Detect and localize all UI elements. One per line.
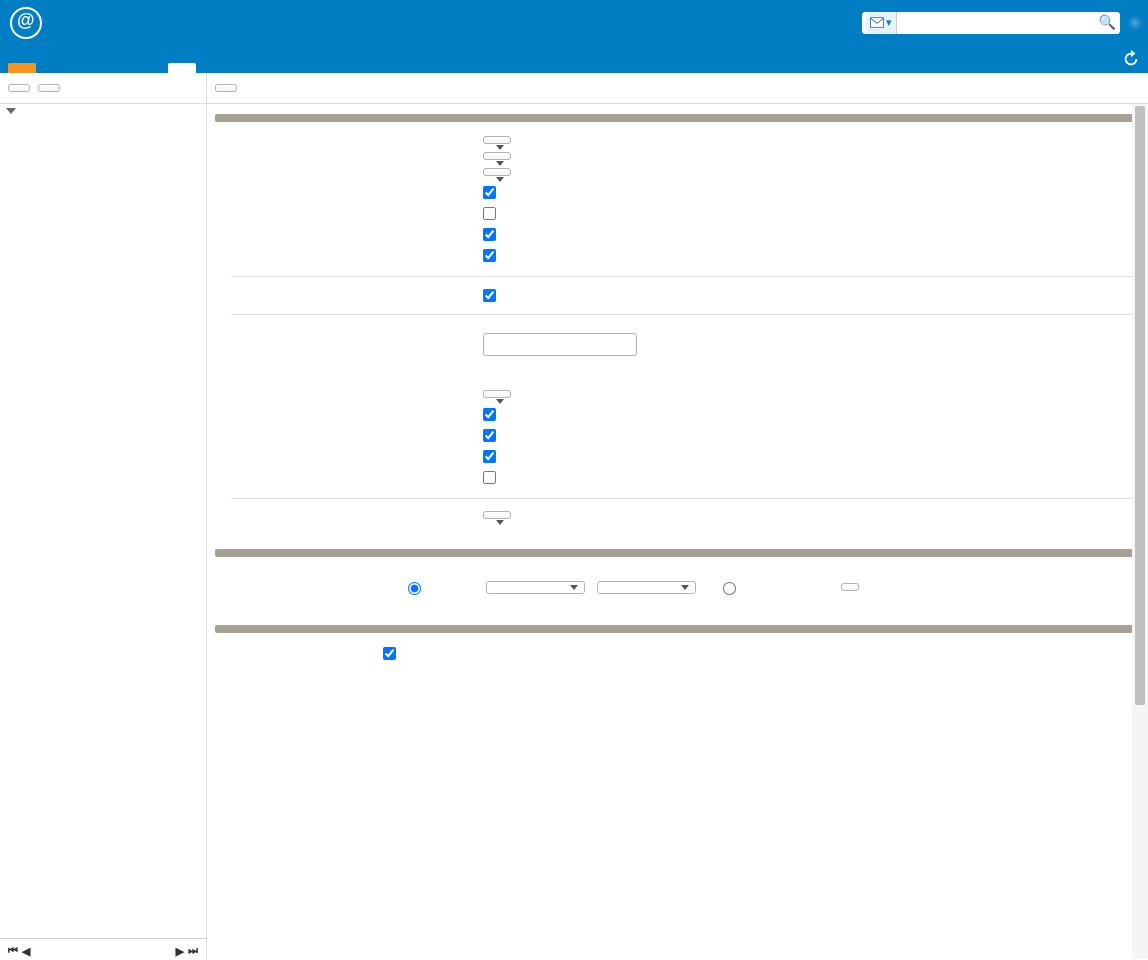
- undo-changes-button[interactable]: [215, 84, 237, 92]
- tab-calendar[interactable]: [72, 63, 100, 73]
- reminder-select[interactable]: [483, 390, 511, 398]
- cal-next-month-icon[interactable]: ▶: [176, 945, 184, 958]
- cb-blink[interactable]: [483, 450, 496, 463]
- cb-quick-entry[interactable]: [383, 647, 396, 660]
- tab-files[interactable]: [136, 63, 164, 73]
- timezone-note: [405, 601, 1080, 619]
- scrollbar-thumb[interactable]: [1135, 106, 1145, 705]
- adjust-button[interactable]: [841, 583, 859, 591]
- radio-custom[interactable]: [723, 582, 736, 595]
- cb-auto-add[interactable]: [483, 228, 496, 241]
- scrollbar[interactable]: [1132, 104, 1148, 959]
- label-fwd-invites: [215, 327, 483, 343]
- cal-prev-month-icon[interactable]: ◀: [22, 945, 30, 958]
- mail-icon: [870, 17, 884, 28]
- work-end-select[interactable]: [597, 581, 696, 594]
- tab-contacts[interactable]: [40, 63, 68, 73]
- cb-delete-invite[interactable]: [483, 289, 496, 302]
- cb-mini-cal[interactable]: [483, 186, 496, 199]
- cb-overdue[interactable]: [483, 408, 496, 421]
- tab-mail[interactable]: [8, 63, 36, 73]
- visibility-select[interactable]: [483, 168, 511, 176]
- save-button[interactable]: [8, 84, 30, 92]
- cal-next-year-icon[interactable]: ⏭: [188, 945, 198, 958]
- app-header: ▾ 🔍 ▾: [0, 0, 1148, 45]
- user-menu[interactable]: ▾: [1132, 16, 1138, 30]
- refresh-icon[interactable]: [1122, 50, 1140, 68]
- sidebar: ⏮ ◀ ▶ ⏭: [0, 104, 207, 960]
- mini-calendar: ⏮ ◀ ▶ ⏭: [0, 938, 206, 960]
- tab-preferences[interactable]: [168, 63, 196, 73]
- work-start-select[interactable]: [486, 581, 585, 594]
- content-pane: [207, 104, 1148, 960]
- radio-normal[interactable]: [408, 582, 421, 595]
- search-input[interactable]: [897, 16, 1099, 30]
- tab-tasks[interactable]: [104, 63, 132, 73]
- collapse-icon: [6, 108, 16, 114]
- cb-sound[interactable]: [483, 429, 496, 442]
- brand-logo: [10, 7, 48, 39]
- search-icon[interactable]: 🔍: [1099, 14, 1116, 31]
- week-start-select[interactable]: [483, 152, 511, 160]
- cb-popup[interactable]: [483, 471, 496, 484]
- cb-declined[interactable]: [483, 249, 496, 262]
- section-work-hours: [215, 549, 1140, 557]
- cal-prev-year-icon[interactable]: ⏮: [8, 945, 18, 958]
- cb-weeknum[interactable]: [483, 207, 496, 220]
- main-tabs: [0, 45, 1148, 73]
- default-view-select[interactable]: [483, 136, 511, 144]
- duration-select[interactable]: [483, 511, 511, 519]
- fwd-email-input[interactable]: [483, 333, 637, 356]
- sidebar-header[interactable]: [0, 104, 206, 118]
- search-box[interactable]: ▾ 🔍: [862, 12, 1120, 34]
- cancel-button[interactable]: [38, 84, 60, 92]
- search-scope-dropdown[interactable]: ▾: [866, 12, 897, 34]
- logo-icon: [10, 7, 42, 39]
- section-create-appt: [215, 625, 1140, 633]
- section-general: [215, 114, 1140, 122]
